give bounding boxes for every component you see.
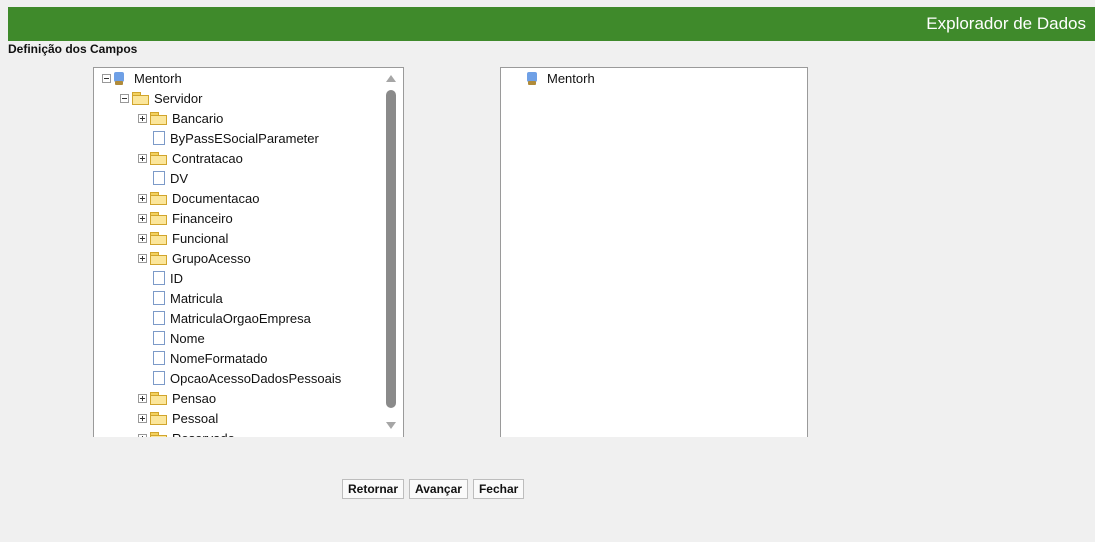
scroll-down-icon[interactable] bbox=[386, 422, 396, 429]
result-node-root[interactable]: Mentorh bbox=[527, 68, 595, 88]
tree-node[interactable]: Pensao bbox=[138, 388, 216, 408]
tree-node-label: Financeiro bbox=[172, 210, 233, 226]
file-icon bbox=[153, 291, 165, 305]
tree-node[interactable]: Bancario bbox=[138, 108, 223, 128]
expand-icon[interactable] bbox=[138, 213, 147, 223]
file-icon bbox=[153, 331, 165, 345]
expand-icon[interactable] bbox=[138, 413, 147, 423]
file-icon bbox=[153, 311, 165, 325]
folder-icon bbox=[150, 232, 167, 245]
tree-node-label: GrupoAcesso bbox=[172, 250, 251, 266]
expand-icon[interactable] bbox=[138, 153, 147, 163]
database-icon bbox=[114, 71, 124, 85]
expand-icon[interactable] bbox=[138, 113, 147, 123]
next-button[interactable]: Avançar bbox=[409, 479, 468, 499]
tree-node-label: Reservado bbox=[172, 431, 235, 438]
scroll-up-icon[interactable] bbox=[386, 75, 396, 82]
tree-node-label: Nome bbox=[170, 330, 205, 346]
file-icon bbox=[153, 171, 165, 185]
tree-node[interactable]: Pessoal bbox=[138, 408, 218, 428]
expand-icon[interactable] bbox=[138, 393, 147, 403]
tree-node-servidor[interactable]: Servidor bbox=[120, 88, 202, 108]
folder-icon bbox=[150, 152, 167, 165]
tree-node[interactable]: OpcaoAcessoDadosPessoais bbox=[138, 368, 341, 388]
tree-node-label: OpcaoAcessoDadosPessoais bbox=[170, 370, 342, 386]
expand-icon[interactable] bbox=[138, 433, 147, 437]
folder-icon bbox=[150, 412, 167, 425]
tree-node[interactable]: MatriculaOrgaoEmpresa bbox=[138, 308, 311, 328]
tree-node[interactable]: Reservado bbox=[138, 428, 235, 437]
folder-icon bbox=[150, 112, 167, 125]
tree-node-label: ByPassESocialParameter bbox=[170, 130, 319, 146]
tree-node-label: Pensao bbox=[172, 390, 217, 406]
selected-fields-panel[interactable]: Mentorh bbox=[500, 67, 808, 437]
tree-node-label: NomeFormatado bbox=[170, 350, 268, 366]
folder-icon bbox=[150, 192, 167, 205]
tree-node-label: MatriculaOrgaoEmpresa bbox=[170, 310, 311, 326]
tree-node[interactable]: NomeFormatado bbox=[138, 348, 268, 368]
tree-node[interactable]: ID bbox=[138, 268, 183, 288]
collapse-icon[interactable] bbox=[120, 93, 129, 103]
app-title: Explorador de Dados bbox=[926, 14, 1086, 33]
tree-node-label: Bancario bbox=[172, 110, 224, 126]
tree-node-label: Servidor bbox=[154, 90, 203, 106]
header-bar: Explorador de Dados bbox=[8, 7, 1095, 41]
collapse-icon[interactable] bbox=[102, 73, 111, 83]
tree-node-label: Mentorh bbox=[134, 70, 182, 86]
folder-icon bbox=[132, 92, 149, 105]
file-icon bbox=[153, 271, 165, 285]
close-button[interactable]: Fechar bbox=[472, 479, 525, 499]
action-buttons: Retornar Avançar Fechar bbox=[342, 479, 525, 499]
field-tree-panel[interactable]: Mentorh Servidor Bancario ByPassESocialPa… bbox=[93, 67, 404, 437]
tree-node-label: DV bbox=[170, 170, 189, 186]
expand-icon[interactable] bbox=[138, 253, 147, 263]
tree-node[interactable]: Contratacao bbox=[138, 148, 243, 168]
tree-node[interactable]: Matricula bbox=[138, 288, 223, 308]
scrollbar-thumb[interactable] bbox=[386, 90, 396, 408]
tree-node[interactable]: Funcional bbox=[138, 228, 228, 248]
result-node-label: Mentorh bbox=[547, 70, 595, 86]
tree-node[interactable]: ByPassESocialParameter bbox=[138, 128, 319, 148]
tree-node-label: ID bbox=[170, 270, 183, 286]
file-icon bbox=[153, 351, 165, 365]
section-title: Definição dos Campos bbox=[8, 42, 138, 56]
tree-node-label: Matricula bbox=[170, 290, 223, 306]
tree-node-label: Funcional bbox=[172, 230, 229, 246]
expand-icon[interactable] bbox=[138, 193, 147, 203]
tree-node[interactable]: Financeiro bbox=[138, 208, 233, 228]
folder-icon bbox=[150, 212, 167, 225]
tree-node-label: Contratacao bbox=[172, 150, 243, 166]
database-icon bbox=[527, 71, 537, 85]
tree-node-root[interactable]: Mentorh bbox=[102, 68, 182, 88]
tree-node[interactable]: Nome bbox=[138, 328, 205, 348]
expand-icon[interactable] bbox=[138, 233, 147, 243]
tree-node[interactable]: DV bbox=[138, 168, 188, 188]
tree-node-label: Pessoal bbox=[172, 410, 219, 426]
folder-icon bbox=[150, 252, 167, 265]
file-icon bbox=[153, 131, 165, 145]
folder-icon bbox=[150, 392, 167, 405]
tree-node[interactable]: GrupoAcesso bbox=[138, 248, 251, 268]
tree-node-label: Documentacao bbox=[172, 190, 260, 206]
tree-node[interactable]: Documentacao bbox=[138, 188, 259, 208]
file-icon bbox=[153, 371, 165, 385]
back-button[interactable]: Retornar bbox=[342, 479, 405, 499]
folder-icon bbox=[150, 432, 167, 437]
